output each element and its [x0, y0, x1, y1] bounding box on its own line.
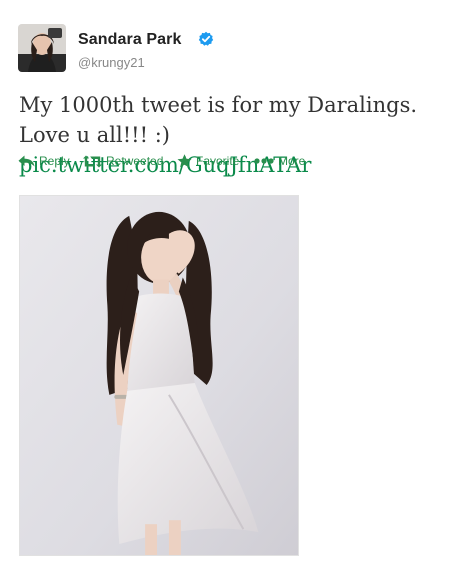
- tweet-body: My 1000th tweet is for my Daralings. Lov…: [19, 93, 418, 147]
- verified-badge-icon: [198, 31, 214, 46]
- tweet-card: Sandara Park @krungy21 My 1000th tweet i…: [0, 0, 466, 569]
- reply-label: Reply: [39, 154, 70, 168]
- favorite-button[interactable]: Favorite: [177, 152, 239, 170]
- reply-button[interactable]: Reply: [18, 152, 70, 170]
- avatar[interactable]: [18, 24, 66, 72]
- more-dots-icon: [254, 158, 274, 164]
- user-handle[interactable]: @krungy21: [78, 55, 145, 70]
- tweet-photo[interactable]: [19, 195, 299, 556]
- retweet-button[interactable]: Retweeted: [83, 152, 163, 170]
- avatar-image: [18, 24, 66, 72]
- favorite-label: Favorite: [196, 154, 240, 168]
- more-label: More: [278, 154, 306, 168]
- retweet-label: Retweeted: [106, 154, 164, 168]
- star-icon: [177, 154, 192, 168]
- reply-icon: [18, 155, 35, 167]
- more-button[interactable]: More: [254, 152, 305, 170]
- photo-image: [20, 196, 298, 555]
- display-name[interactable]: Sandara Park: [78, 31, 181, 49]
- retweet-icon: [83, 155, 102, 167]
